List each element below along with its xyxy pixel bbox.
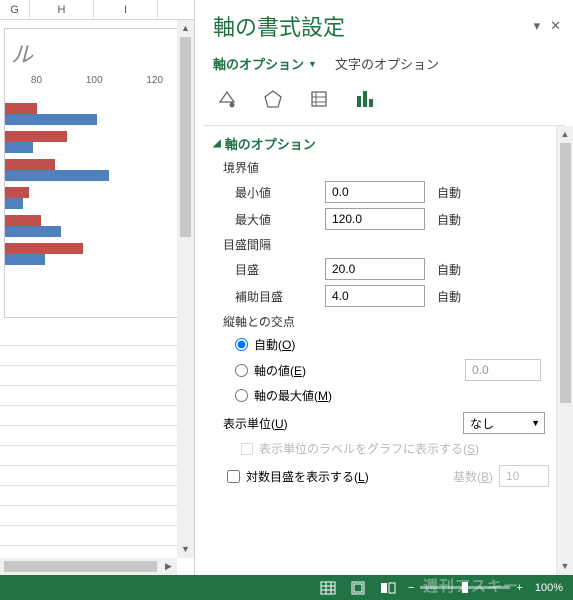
base-input[interactable] <box>499 465 549 487</box>
cross-auto-label: 自動(O) <box>254 336 295 353</box>
max-label: 最大値 <box>235 211 325 228</box>
cross-value-label: 軸の値(E) <box>254 362 306 379</box>
size-properties-icon[interactable] <box>307 87 331 111</box>
scroll-down-arrow[interactable]: ▼ <box>557 558 573 575</box>
major-label: 目盛 <box>235 261 325 278</box>
chart-title-fragment: ル <box>11 37 189 69</box>
scroll-thumb[interactable] <box>560 143 571 403</box>
tab-axis-options[interactable]: 軸のオプション▼ <box>213 54 317 73</box>
log-scale-checkbox[interactable] <box>227 470 240 483</box>
chart-bars <box>5 100 189 268</box>
axis-options-icon[interactable] <box>353 87 377 111</box>
chevron-down-icon: ▼ <box>531 418 540 428</box>
horizontal-scrollbar[interactable]: ▶ <box>0 558 177 575</box>
empty-cells[interactable] <box>0 326 194 546</box>
zoom-out-icon[interactable]: − <box>408 582 414 594</box>
min-label: 最小値 <box>235 184 325 201</box>
pane-title: 軸の書式設定 <box>213 10 345 42</box>
scroll-up-arrow[interactable]: ▲ <box>177 20 194 37</box>
axis-tick-labels: 80 100 120 <box>9 75 185 86</box>
section-axis-options[interactable]: ◢ 軸のオプション <box>213 134 567 153</box>
page-break-view-icon[interactable] <box>380 581 396 595</box>
format-axis-pane: 軸の書式設定 ▾ ✕ 軸のオプション▼ 文字のオプション <box>195 0 573 575</box>
display-unit-select[interactable]: なし ▼ <box>463 412 545 434</box>
pane-scrollbar[interactable]: ▲ ▼ <box>556 126 573 575</box>
zoom-slider-track[interactable] <box>420 586 510 589</box>
log-scale-label: 対数目盛を表示する(L) <box>246 468 369 485</box>
worksheet-area[interactable]: G H I ル 80 100 120 <box>0 0 195 575</box>
minor-auto[interactable]: 自動 <box>437 288 461 305</box>
cross-max-radio[interactable] <box>235 389 248 402</box>
col-header[interactable]: G <box>0 0 30 19</box>
task-pane-options-icon[interactable]: ▾ <box>534 18 541 34</box>
cross-max-label: 軸の最大値(M) <box>254 387 332 404</box>
min-auto[interactable]: 自動 <box>437 184 461 201</box>
cross-label: 縦軸との交点 <box>223 313 567 330</box>
zoom-in-icon[interactable]: + <box>516 582 522 594</box>
display-unit-label: 表示単位(U) <box>223 415 288 432</box>
fill-line-icon[interactable] <box>215 87 239 111</box>
chevron-down-icon: ▼ <box>308 59 317 69</box>
units-label: 目盛間隔 <box>223 236 567 253</box>
cross-value-radio[interactable] <box>235 364 248 377</box>
base-label: 基数(B) <box>453 468 493 485</box>
col-header[interactable]: H <box>30 0 94 19</box>
page-layout-view-icon[interactable] <box>350 581 366 595</box>
major-input[interactable] <box>325 258 425 280</box>
embedded-chart[interactable]: ル 80 100 120 <box>4 28 190 318</box>
scroll-thumb[interactable] <box>180 37 191 237</box>
minor-label: 補助目盛 <box>235 288 325 305</box>
cross-auto-radio[interactable] <box>235 338 248 351</box>
collapse-triangle-icon: ◢ <box>213 138 221 149</box>
column-headers: G H I <box>0 0 194 20</box>
scroll-up-arrow[interactable]: ▲ <box>557 126 573 143</box>
zoom-percent[interactable]: 100% <box>535 582 563 594</box>
close-icon[interactable]: ✕ <box>550 18 561 34</box>
max-input[interactable] <box>325 208 425 230</box>
major-auto[interactable]: 自動 <box>437 261 461 278</box>
scroll-down-arrow[interactable]: ▼ <box>177 541 194 558</box>
col-header[interactable]: I <box>94 0 158 19</box>
zoom-control[interactable]: − + <box>408 582 523 594</box>
zoom-slider-thumb[interactable] <box>462 582 468 593</box>
effects-icon[interactable] <box>261 87 285 111</box>
scroll-right-arrow[interactable]: ▶ <box>160 558 177 575</box>
show-unit-label-checkbox: 表示単位のラベルをグラフに表示する(S) <box>241 440 567 457</box>
min-input[interactable] <box>325 181 425 203</box>
status-bar: − + 100% 週刊アスキー <box>0 575 573 600</box>
vertical-scrollbar[interactable]: ▲ ▼ <box>177 20 194 558</box>
tab-text-options[interactable]: 文字のオプション <box>335 54 439 73</box>
scroll-thumb[interactable] <box>4 561 157 572</box>
normal-view-icon[interactable] <box>320 581 336 595</box>
cross-value-input[interactable] <box>465 359 541 381</box>
bounds-label: 境界値 <box>223 159 567 176</box>
minor-input[interactable] <box>325 285 425 307</box>
max-auto[interactable]: 自動 <box>437 211 461 228</box>
